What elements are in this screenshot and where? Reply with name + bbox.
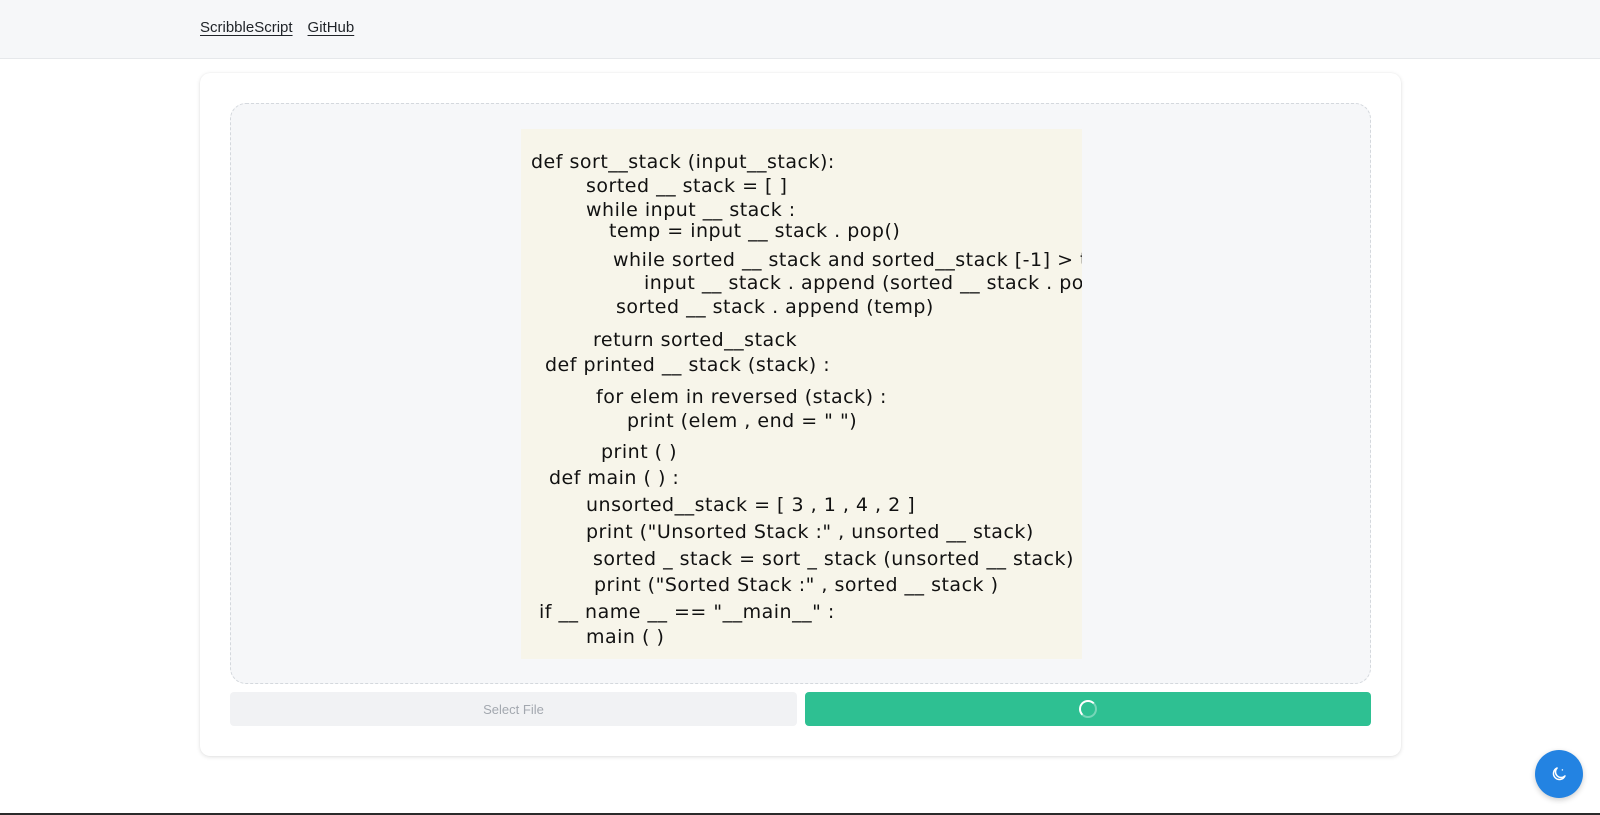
code-line: if __ name __ == "__main__" :	[539, 601, 835, 623]
nav-links: ScribbleScript GitHub	[200, 19, 354, 36]
github-link[interactable]: GitHub	[308, 19, 355, 36]
code-line: def sort__stack (input__stack):	[531, 151, 835, 173]
code-line: print ("Unsorted Stack :" , unsorted __ …	[586, 521, 1034, 543]
theme-toggle-button[interactable]	[1535, 750, 1583, 798]
handwritten-code-drawing: def sort__stack (input__stack): sorted _…	[531, 151, 1082, 648]
code-line: return sorted__stack	[593, 329, 797, 351]
spinner-icon	[1079, 700, 1097, 718]
top-navigation-bar: ScribbleScript GitHub	[0, 0, 1600, 59]
code-line: sorted _ stack = sort _ stack (unsorted …	[593, 548, 1074, 570]
image-dropzone[interactable]: def sort__stack (input__stack): sorted _…	[230, 103, 1371, 684]
brand-link[interactable]: ScribbleScript	[200, 19, 293, 36]
handwritten-code-image: def sort__stack (input__stack): sorted _…	[521, 129, 1082, 659]
code-line: while sorted __ stack and sorted__stack …	[613, 249, 1082, 271]
code-line: while input __ stack :	[586, 199, 796, 221]
code-line: sorted __ stack = [ ]	[586, 175, 787, 197]
moon-icon	[1552, 767, 1566, 781]
select-file-button[interactable]: Select File	[230, 692, 797, 726]
code-line: for elem in reversed (stack) :	[596, 386, 887, 408]
code-line: print ("Sorted Stack :" , sorted __ stac…	[594, 574, 998, 596]
upload-card: def sort__stack (input__stack): sorted _…	[200, 73, 1401, 756]
code-line: unsorted__stack = [ 3 , 1 , 4 , 2 ]	[586, 494, 915, 516]
code-line: def main ( ) :	[549, 467, 679, 489]
code-line: def printed __ stack (stack) :	[545, 354, 830, 376]
code-line: input __ stack . append (sorted __ stack…	[644, 272, 1082, 294]
code-line: temp = input __ stack . pop()	[609, 220, 900, 242]
code-line: sorted __ stack . append (temp)	[616, 296, 934, 318]
code-line: print ( )	[601, 441, 677, 463]
submit-button[interactable]	[805, 692, 1371, 726]
code-line: main ( )	[586, 626, 664, 648]
code-line: print (elem , end = " ")	[627, 410, 857, 432]
